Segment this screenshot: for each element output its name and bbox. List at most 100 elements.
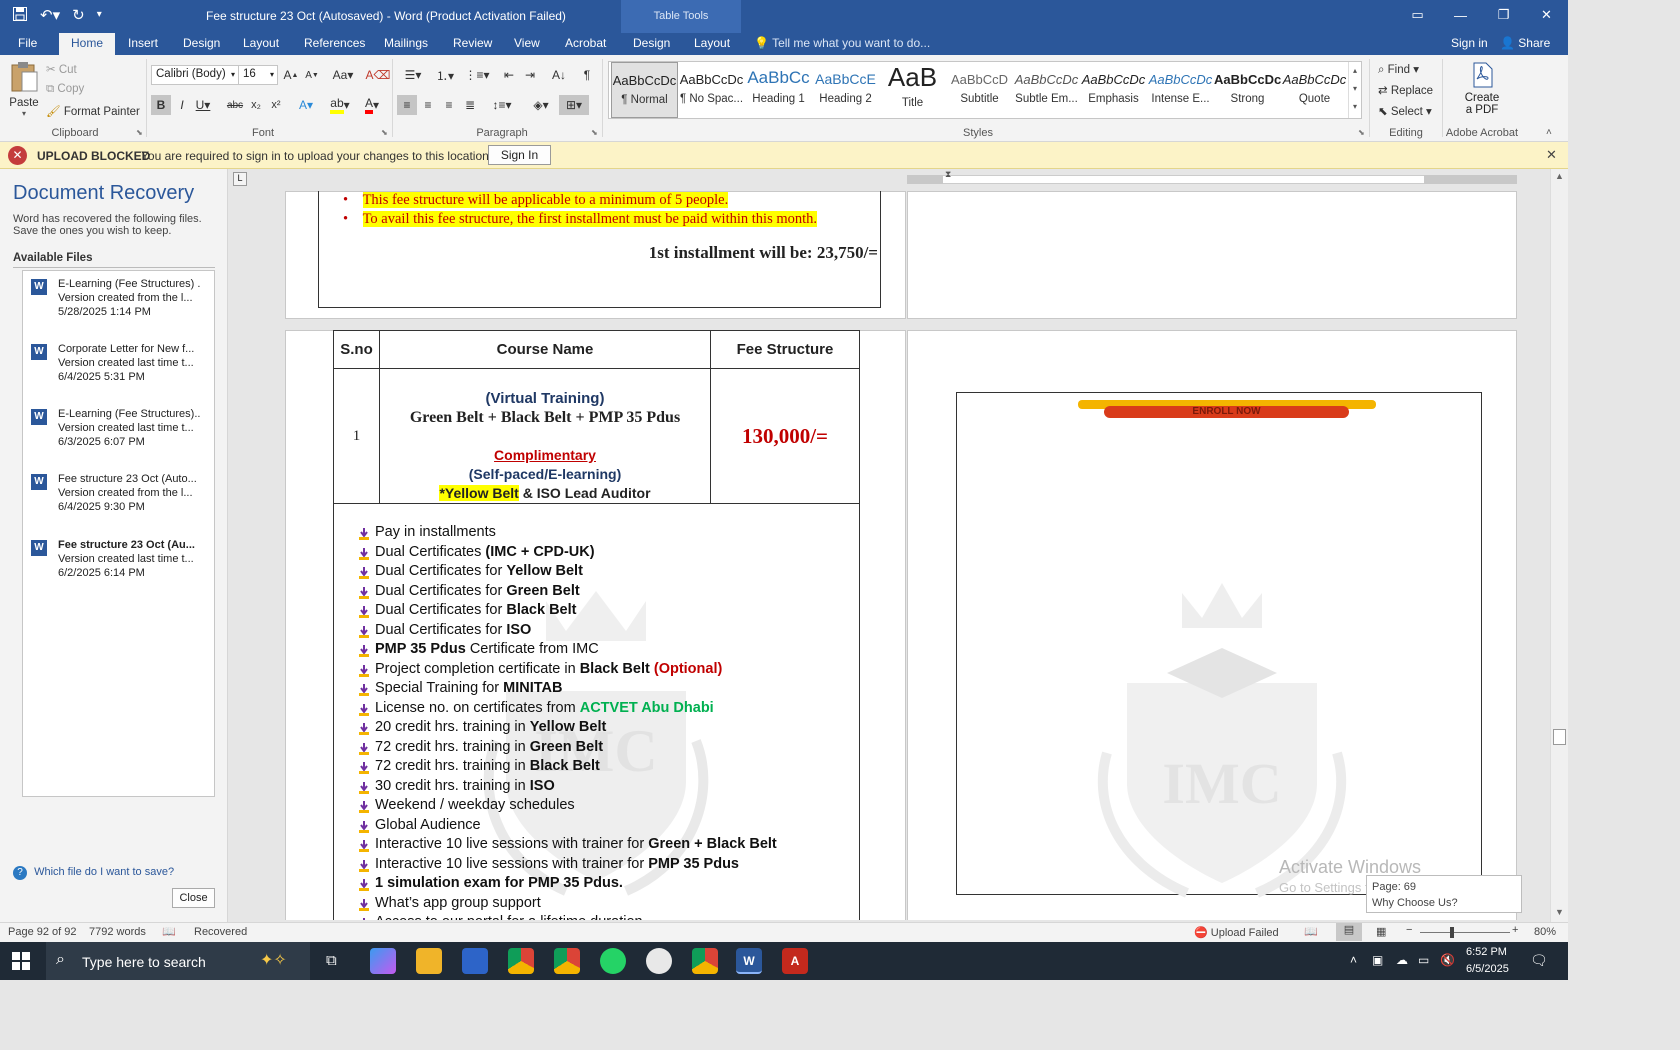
bold-icon[interactable]: B: [151, 95, 171, 115]
sign-in-button[interactable]: Sign In: [488, 145, 551, 165]
font-size-select[interactable]: 16 ▾: [238, 65, 278, 85]
style-title[interactable]: AaB Title: [879, 62, 946, 118]
undo-icon[interactable]: ↶▾: [40, 6, 60, 26]
superscript-icon[interactable]: x²: [266, 95, 286, 115]
grow-font-icon[interactable]: A ▲: [281, 65, 301, 85]
zoom-slider-thumb[interactable]: [1450, 927, 1454, 938]
bullets-icon[interactable]: ☰▾: [398, 65, 428, 85]
style-quote[interactable]: AaBbCcDc Quote: [1281, 62, 1348, 118]
styles-scroll[interactable]: ▴ ▾ ▾: [1348, 62, 1361, 118]
save-icon[interactable]: [12, 6, 28, 26]
acrobat-icon[interactable]: A: [782, 948, 808, 974]
align-left-icon[interactable]: ≡: [397, 95, 417, 115]
justify-icon[interactable]: ≣: [460, 95, 480, 115]
tell-me-search[interactable]: 💡 Tell me what you want to do...: [754, 36, 930, 50]
help-link[interactable]: ? Which file do I want to save?: [13, 866, 174, 880]
app-icon[interactable]: [462, 948, 488, 974]
minimize-icon[interactable]: —: [1439, 0, 1482, 30]
tab-acrobat[interactable]: Acrobat: [565, 36, 606, 50]
clock-date[interactable]: 6/5/2025: [1466, 963, 1509, 975]
format-painter-button[interactable]: 🖌 Format Painter: [46, 104, 140, 118]
tab-mailings[interactable]: Mailings: [384, 36, 428, 50]
cut-button[interactable]: ✂ Cut: [46, 62, 77, 76]
scroll-down-icon[interactable]: ▼: [1555, 907, 1564, 917]
chrome-icon[interactable]: [692, 948, 718, 974]
recovered-file-item[interactable]: W Corporate Letter for New f... Version …: [31, 342, 201, 384]
replace-button[interactable]: ⇄ Replace: [1378, 83, 1433, 97]
subscript-icon[interactable]: x₂: [246, 95, 266, 115]
tab-references[interactable]: References: [304, 36, 365, 50]
tab-table-design[interactable]: Design: [633, 36, 670, 50]
dialog-launcher-icon[interactable]: ⬊: [1358, 128, 1365, 137]
recovered-file-item[interactable]: W Fee structure 23 Oct (Au... Version cr…: [31, 538, 201, 580]
paste-button[interactable]: Paste ▾: [8, 61, 40, 118]
line-spacing-icon[interactable]: ↕≡▾: [487, 95, 517, 115]
increase-indent-icon[interactable]: ⇥: [520, 65, 540, 85]
share-button[interactable]: 👤 Share: [1500, 36, 1550, 50]
zoom-in-icon[interactable]: +: [1512, 924, 1518, 936]
word-icon[interactable]: W: [736, 948, 762, 974]
ribbon-display-icon[interactable]: ▭: [1396, 0, 1439, 30]
sort-icon[interactable]: A↓: [549, 65, 569, 85]
show-hidden-icons-icon[interactable]: ˄: [1350, 953, 1357, 967]
style-strong[interactable]: AaBbCcDc Strong: [1214, 62, 1281, 118]
multilevel-list-icon[interactable]: ⋮≡▾: [462, 65, 492, 85]
style-subtle-emphasis[interactable]: AaBbCcDc Subtle Em...: [1013, 62, 1080, 118]
chrome-icon[interactable]: [508, 948, 534, 974]
underline-icon[interactable]: U▾: [193, 95, 213, 115]
borders-icon[interactable]: ⊞▾: [559, 95, 589, 115]
proofing-icon[interactable]: 📖: [162, 925, 176, 938]
notifications-icon[interactable]: 🗨: [1530, 952, 1548, 969]
align-right-icon[interactable]: ≡: [439, 95, 459, 115]
select-button[interactable]: ⬉ Select ▾: [1378, 104, 1432, 118]
close-button[interactable]: Close: [172, 888, 215, 908]
create-pdf-button[interactable]: Create a PDF: [1452, 61, 1512, 116]
copilot-icon[interactable]: [370, 948, 396, 974]
font-family-select[interactable]: Calibri (Body) ▾: [151, 65, 239, 85]
onedrive-icon[interactable]: ☁: [1396, 953, 1408, 967]
windows-start-icon[interactable]: [12, 952, 30, 973]
recovered-file-item[interactable]: W E-Learning (Fee Structures)... Version…: [31, 407, 201, 449]
style-no-spacing[interactable]: AaBbCcDc ¶ No Spac...: [678, 62, 745, 118]
maximize-icon[interactable]: ❐: [1482, 0, 1525, 30]
text-effects-icon[interactable]: A▾: [296, 95, 316, 115]
whatsapp-icon[interactable]: [600, 948, 626, 974]
style-subtitle[interactable]: AaBbCcD Subtitle: [946, 62, 1013, 118]
dialog-launcher-icon[interactable]: ⬊: [381, 128, 388, 137]
zoom-slider[interactable]: [1420, 932, 1510, 933]
upload-status[interactable]: ⛔ Upload Failed: [1194, 926, 1279, 939]
change-case-icon[interactable]: Aa▾: [330, 65, 356, 85]
clear-formatting-icon[interactable]: A⌫: [366, 65, 391, 85]
tab-layout[interactable]: Layout: [243, 36, 279, 50]
find-button[interactable]: ⌕ Find ▾: [1378, 62, 1419, 77]
decrease-indent-icon[interactable]: ⇤: [499, 65, 519, 85]
tab-file[interactable]: File: [18, 36, 37, 50]
style-normal[interactable]: AaBbCcDc ¶ Normal: [611, 62, 678, 118]
style-heading-1[interactable]: AaBbCc Heading 1: [745, 62, 812, 118]
tab-design[interactable]: Design: [183, 36, 220, 50]
close-message-icon[interactable]: ✕: [1546, 147, 1557, 163]
align-center-icon[interactable]: ≡: [418, 95, 438, 115]
tab-table-layout[interactable]: Layout: [694, 36, 730, 50]
taskbar-search-box[interactable]: ⌕ Type here to search ✦✧: [46, 942, 310, 980]
clock-time[interactable]: 6:52 PM: [1466, 946, 1507, 958]
copy-button[interactable]: ⧉ Copy: [46, 83, 84, 96]
customize-qat-icon[interactable]: ▾: [97, 6, 102, 26]
style-heading-2[interactable]: AaBbCcE Heading 2: [812, 62, 879, 118]
tab-selector-icon[interactable]: L: [233, 172, 247, 186]
italic-icon[interactable]: I: [172, 95, 192, 115]
recovered-file-item[interactable]: W Fee structure 23 Oct (Auto... Version …: [31, 472, 201, 514]
vertical-scrollbar[interactable]: ▲ ▼: [1550, 169, 1568, 922]
zoom-out-icon[interactable]: −: [1406, 924, 1412, 936]
dialog-launcher-icon[interactable]: ⬊: [136, 128, 143, 137]
network-icon[interactable]: ▭: [1418, 953, 1429, 967]
file-explorer-icon[interactable]: [416, 948, 442, 974]
indent-marker-icon[interactable]: ⧗: [945, 169, 951, 180]
zoom-level[interactable]: 80%: [1534, 926, 1556, 938]
read-mode-icon[interactable]: 📖: [1304, 925, 1318, 938]
meet-icon[interactable]: ▣: [1372, 953, 1383, 967]
tab-view[interactable]: View: [514, 36, 540, 50]
tab-review[interactable]: Review: [453, 36, 492, 50]
web-layout-icon[interactable]: ▦: [1376, 925, 1386, 938]
shading-icon[interactable]: ◈▾: [527, 95, 555, 115]
